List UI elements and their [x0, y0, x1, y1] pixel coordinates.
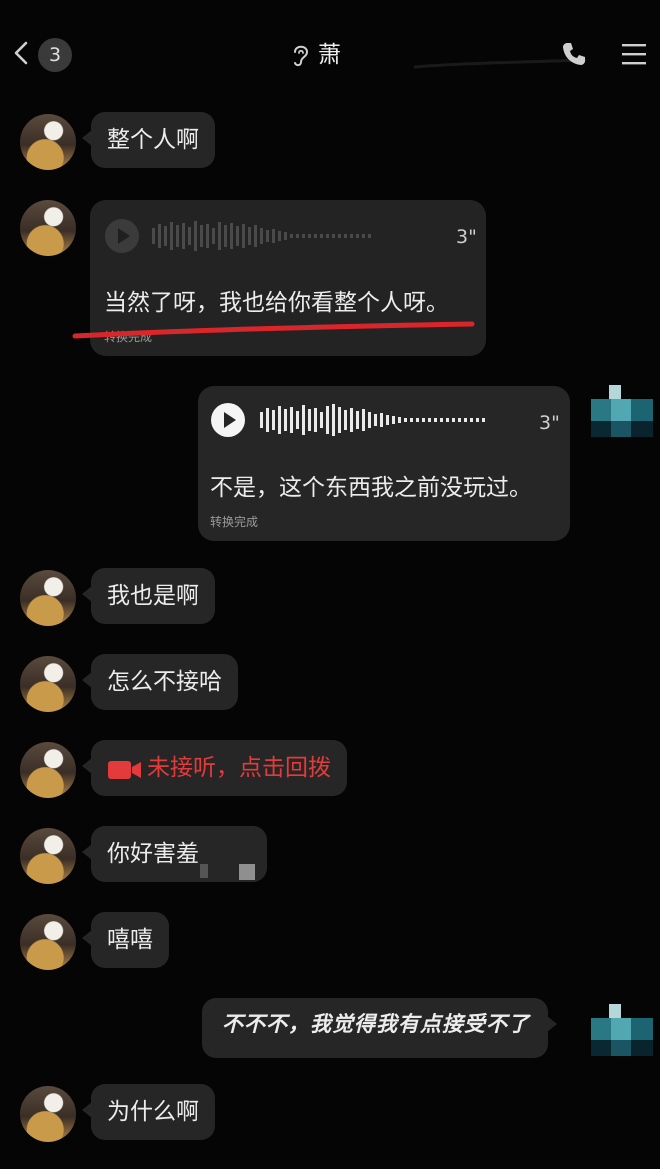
message-bubble[interactable]: 我也是啊	[82, 568, 215, 624]
contact-avatar[interactable]	[20, 200, 76, 256]
user-avatar[interactable]	[591, 1004, 653, 1056]
message-text: 我也是啊	[107, 583, 199, 609]
message-text: 为什么啊	[107, 1099, 199, 1125]
menu-icon[interactable]	[620, 40, 648, 68]
bubble-tail	[82, 930, 92, 946]
voice-transcript: 当然了呀，我也给你看整个人呀。	[104, 290, 449, 316]
contact-avatar[interactable]	[20, 742, 76, 798]
missed-call-text: 未接听，点击回拨	[147, 755, 331, 781]
voice-duration: 3"	[539, 412, 560, 434]
contact-avatar[interactable]	[20, 914, 76, 970]
voice-message-bubble[interactable]: 3" 不是，这个东西我之前没玩过。 转换完成	[198, 386, 570, 541]
chat-header: 3 萧	[0, 0, 660, 100]
message-bubble[interactable]: 为什么啊	[82, 1084, 215, 1140]
missed-call-bubble[interactable]: 未接听，点击回拨	[82, 740, 347, 796]
message-text: 整个人啊	[107, 127, 199, 153]
message-text: 你好害羞	[107, 841, 199, 867]
bubble-tail	[82, 844, 92, 860]
message-bubble[interactable]: 嘻嘻	[82, 912, 169, 968]
message-bubble[interactable]: 整个人啊	[82, 112, 215, 168]
bubble-tail	[82, 758, 92, 774]
voice-waveform	[152, 221, 371, 251]
bubble-tail	[82, 1102, 92, 1118]
contact-avatar[interactable]	[20, 828, 76, 884]
unread-count-badge[interactable]: 3	[38, 38, 72, 72]
user-avatar[interactable]	[591, 385, 653, 437]
video-camera-icon	[107, 758, 143, 780]
censor-pixel	[200, 864, 208, 878]
voice-duration: 3"	[456, 226, 477, 248]
message-text: 嘻嘻	[107, 927, 153, 953]
contact-name: 萧	[318, 42, 341, 68]
phone-icon[interactable]	[560, 40, 588, 68]
bubble-tail	[82, 672, 92, 688]
bubble-tail	[82, 586, 92, 602]
bubble-tail	[547, 1016, 557, 1032]
contact-avatar[interactable]	[20, 656, 76, 712]
message-bubble[interactable]: 怎么不接哈	[82, 654, 238, 710]
bubble-tail	[82, 130, 92, 146]
play-icon[interactable]	[211, 403, 245, 437]
voice-waveform	[260, 404, 485, 436]
annotation-underline	[72, 318, 476, 342]
transcription-status: 转换完成	[210, 515, 259, 529]
message-text: 不不不，我觉得我有点接受不了	[222, 1011, 530, 1036]
contact-avatar[interactable]	[20, 570, 76, 626]
message-text: 怎么不接哈	[107, 669, 222, 695]
voice-transcript: 不是，这个东西我之前没玩过。	[210, 475, 532, 501]
contact-avatar[interactable]	[20, 114, 76, 170]
play-icon[interactable]	[105, 219, 139, 253]
message-bubble[interactable]: 不不不，我觉得我有点接受不了	[202, 998, 557, 1058]
chevron-left-icon[interactable]	[8, 38, 38, 68]
ear-icon[interactable]	[290, 42, 312, 68]
censor-pixel	[239, 864, 255, 880]
contact-avatar[interactable]	[20, 1086, 76, 1142]
